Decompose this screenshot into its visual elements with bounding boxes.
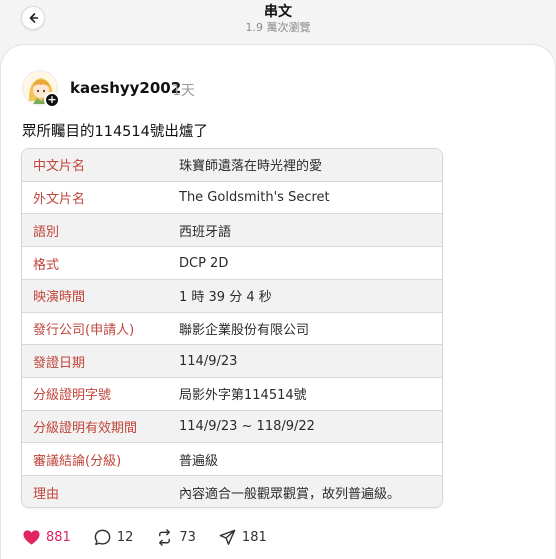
post-text: 眾所矚目的114514號出爐了 [22,124,208,140]
comment-button[interactable]: 12 [93,528,134,547]
top-bar: 串文 1.9 萬次瀏覽 [0,0,556,40]
like-button[interactable]: 881 [22,528,71,547]
table-value: DCP 2D [179,255,229,271]
table-key: 分級證明有效期間 [33,421,138,437]
heart-icon [23,529,40,545]
table-key: 映演時間 [33,290,86,306]
table-value: The Goldsmith's Secret [179,190,330,206]
post-time: 1天 [172,83,195,99]
table-key: 審議結論(分級) [33,453,122,469]
table-value: 1 時 39 分 4 秒 [179,290,272,306]
table-value: 局影外字第114514號 [179,388,307,404]
table-row: 審議結論(分級) 普遍級 [22,443,442,477]
follow-button[interactable]: + [44,92,60,108]
table-row: 分級證明字號 局影外字第114514號 [22,378,442,411]
table-value: 114/9/23 ~ 118/9/22 [179,419,315,435]
view-count: 1.9 萬次瀏覽 [245,21,311,34]
table-value: 普遍級 [179,453,219,469]
comment-count: 12 [116,529,134,545]
repost-button[interactable]: 73 [155,528,196,547]
table-key: 語別 [33,224,60,240]
table-row: 語別 西班牙語 [22,214,442,248]
table-key: 發行公司(申請人) [33,322,135,338]
rating-info-table[interactable]: 中文片名 珠寶師遺落在時光裡的愛外文片名 The Goldsmith's Secre… [21,148,443,508]
send-icon [219,529,236,545]
table-key: 理由 [33,487,60,503]
table-row: 分級證明有效期間 114/9/23 ~ 118/9/22 [22,410,442,444]
table-row: 中文片名 珠寶師遺落在時光裡的愛 [22,149,442,182]
table-key: 格式 [33,257,60,273]
table-value: 西班牙語 [179,224,232,240]
table-value: 珠寶師遺落在時光裡的愛 [179,159,323,175]
table-row: 發證日期 114/9/23 [22,345,442,379]
page-title: 串文 [264,4,292,20]
share-count: 181 [241,529,267,545]
share-button[interactable]: 181 [218,528,267,547]
table-value: 聯影企業股份有限公司 [179,322,310,338]
username[interactable]: kaeshyy2002 [70,79,181,97]
repost-count: 73 [179,529,196,545]
table-row: 映演時間 1 時 39 分 4 秒 [22,279,442,313]
table-value: 內容適合一般觀眾觀賞，故列普遍級。 [179,487,401,503]
like-count: 881 [46,529,71,545]
table-value: 114/9/23 [179,353,238,369]
table-key: 中文片名 [33,159,86,175]
table-row: 理由 內容適合一般觀眾觀賞，故列普遍級。 [22,476,442,507]
table-row: 發行公司(申請人) 聯影企業股份有限公司 [22,312,442,346]
comment-icon [94,529,111,545]
table-key: 外文片名 [33,192,86,208]
repost-icon [159,528,171,546]
table-key: 發證日期 [33,355,86,371]
table-key: 分級證明字號 [33,388,112,404]
table-row: 格式 DCP 2D [22,247,442,280]
action-bar: 881 12 73 181 [22,527,289,547]
table-row: 外文片名 The Goldsmith's Secret [22,181,442,215]
